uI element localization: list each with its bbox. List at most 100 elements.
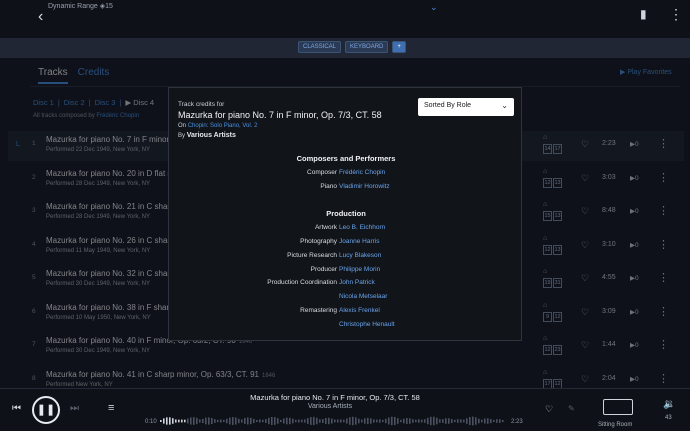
waveform-bar bbox=[271, 416, 273, 426]
waveform-bar bbox=[250, 417, 252, 425]
waveform-bar bbox=[190, 417, 192, 425]
waveform-bar bbox=[397, 418, 399, 424]
back-icon[interactable]: ‹ bbox=[38, 8, 43, 26]
next-icon[interactable]: ⏭ bbox=[70, 403, 79, 414]
waveform-bar bbox=[493, 419, 495, 423]
room-name[interactable]: Sitting Room bbox=[598, 422, 632, 428]
waveform-bar bbox=[193, 417, 195, 425]
waveform-bar bbox=[265, 419, 267, 423]
artist-prefix: By bbox=[178, 133, 186, 139]
waveform-bar bbox=[409, 418, 411, 424]
waveform-bar bbox=[412, 419, 414, 423]
waveform-bar bbox=[355, 417, 357, 425]
chevron-down-icon[interactable]: ⌄ bbox=[430, 2, 438, 13]
waveform-bar bbox=[451, 419, 453, 423]
waveform-bar bbox=[448, 418, 450, 424]
waveform-bar bbox=[220, 419, 222, 423]
sort-select[interactable]: Sorted By Role ⌄ bbox=[418, 98, 514, 116]
credit-name[interactable]: Leo B. Eichhorn bbox=[339, 224, 385, 231]
waveform-bar bbox=[214, 419, 216, 423]
waveform-bar bbox=[169, 417, 171, 425]
waveform-bar bbox=[466, 418, 468, 424]
waveform-bar bbox=[439, 419, 441, 423]
waveform-bar bbox=[253, 418, 255, 424]
waveform-bar bbox=[316, 417, 318, 425]
credit-section-title: Composers and Performers bbox=[296, 154, 396, 163]
waveform-bar bbox=[484, 418, 486, 424]
volume-level: 43 bbox=[665, 415, 672, 421]
waveform-bar bbox=[319, 419, 321, 423]
credit-name[interactable]: Lucy Blakeson bbox=[339, 252, 381, 259]
waveform-bar bbox=[463, 419, 465, 423]
waveform-bar bbox=[205, 417, 207, 425]
progress-waveform[interactable] bbox=[160, 415, 505, 427]
tag-keyboard[interactable]: KEYBOARD bbox=[345, 41, 389, 53]
top-bar: ‹ Dynamic Range ◈15 ⌄ ▮ ⋮ bbox=[0, 0, 690, 38]
waveform-bar bbox=[247, 417, 249, 425]
waveform-bar bbox=[400, 419, 402, 423]
waveform-bar bbox=[433, 416, 435, 426]
waveform-bar bbox=[349, 417, 351, 425]
speaker-icon[interactable] bbox=[603, 399, 633, 415]
credit-row: Piano Vladimir Horowitz bbox=[169, 183, 523, 195]
album-link[interactable]: Chopin: Solo Piano, Vol. 2 bbox=[188, 123, 258, 129]
waveform-bar bbox=[310, 417, 312, 425]
heart-icon[interactable]: ♡ bbox=[545, 404, 553, 415]
queue-icon[interactable]: ≡ bbox=[108, 402, 114, 414]
waveform-bar bbox=[442, 419, 444, 423]
waveform-bar bbox=[328, 417, 330, 425]
waveform-bar bbox=[166, 417, 168, 425]
waveform-bar bbox=[295, 419, 297, 423]
now-playing-title: Mazurka for piano No. 7 in F minor, Op. … bbox=[250, 393, 420, 402]
credit-role: Piano bbox=[320, 182, 337, 190]
dynamic-range: Dynamic Range ◈15 bbox=[48, 3, 113, 10]
waveform-bar bbox=[262, 419, 264, 423]
waveform-bar bbox=[298, 419, 300, 423]
waveform-bar bbox=[160, 420, 162, 422]
volume-icon[interactable]: 🔉 bbox=[663, 399, 675, 410]
waveform-bar bbox=[175, 419, 177, 423]
tag-classical[interactable]: CLASSICAL bbox=[298, 41, 342, 53]
modal-artist-line: By Various Artists bbox=[178, 132, 236, 139]
waveform-bar bbox=[472, 416, 474, 426]
waveform-bar bbox=[421, 419, 423, 423]
credit-name[interactable]: Vladimir Horowitz bbox=[339, 183, 390, 190]
waveform-bar bbox=[490, 418, 492, 424]
waveform-bar bbox=[268, 417, 270, 425]
waveform-bar bbox=[322, 419, 324, 423]
credit-name[interactable]: John Patrick bbox=[339, 279, 375, 286]
total-time: 2:23 bbox=[511, 419, 523, 425]
credit-name[interactable]: Nicola Metselaar bbox=[339, 293, 387, 300]
waveform-bar bbox=[307, 418, 309, 424]
add-tag-button[interactable]: + bbox=[392, 41, 406, 53]
waveform-bar bbox=[259, 419, 261, 423]
waveform-bar bbox=[502, 419, 504, 423]
waveform-bar bbox=[457, 419, 459, 423]
credit-row: Producer Philippe Morin bbox=[169, 266, 523, 278]
previous-icon[interactable]: ⏮ bbox=[12, 403, 21, 414]
pause-button[interactable]: ❚❚ bbox=[32, 396, 60, 424]
waveform-bar bbox=[430, 416, 432, 426]
more-icon[interactable]: ⋮ bbox=[669, 6, 683, 23]
waveform-bar bbox=[331, 418, 333, 424]
credit-name[interactable]: Christophe Henault bbox=[339, 321, 395, 328]
player-bar: ⏮ ❚❚ ⏭ ≡ Mazurka for piano No. 7 in F mi… bbox=[0, 388, 690, 431]
waveform-bar bbox=[274, 417, 276, 425]
credit-row: Picture Research Lucy Blakeson bbox=[169, 252, 523, 264]
waveform-bar bbox=[346, 418, 348, 424]
waveform-bar bbox=[487, 418, 489, 424]
waveform-bar bbox=[481, 419, 483, 423]
waveform-bar bbox=[496, 419, 498, 423]
bookmark-icon[interactable]: ▮ bbox=[640, 7, 647, 21]
credit-name[interactable]: Philippe Morin bbox=[339, 266, 380, 273]
credit-row: Remastering Alexis Frenkel bbox=[169, 307, 523, 319]
credit-name[interactable]: Alexis Frenkel bbox=[339, 307, 380, 314]
pencil-icon[interactable]: ✎ bbox=[568, 404, 575, 413]
waveform-bar bbox=[469, 416, 471, 426]
waveform-bar bbox=[376, 419, 378, 423]
credit-name[interactable]: Frédéric Chopin bbox=[339, 169, 385, 176]
waveform-bar bbox=[325, 417, 327, 425]
credit-row: Production Coordination John Patrick bbox=[169, 279, 523, 291]
credit-name[interactable]: Joanne Harris bbox=[339, 238, 379, 245]
credit-row: Photography Joanne Harris bbox=[169, 238, 523, 250]
